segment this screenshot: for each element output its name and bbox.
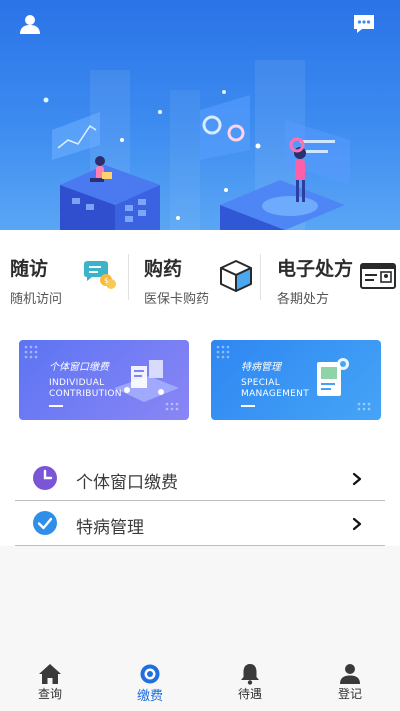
banner-special-management[interactable]: 特病管理 SPECIAL MANAGEMENT	[211, 340, 381, 420]
chevron-right-icon	[351, 471, 363, 486]
bell-icon	[238, 663, 262, 685]
box-icon	[219, 259, 253, 297]
promo-banners: 个体窗口缴费 INDIVIDUAL CONTRIBUTION 特病管理 SPEC	[0, 314, 400, 446]
home-icon	[38, 663, 62, 685]
circle-target-icon	[138, 663, 162, 685]
quick-action-subtitle: 医保卡购药	[144, 292, 210, 307]
tab-register[interactable]: 登记	[300, 655, 400, 711]
menu-item-special-management[interactable]: 特病管理	[15, 501, 385, 546]
tab-benefits[interactable]: 待遇	[200, 655, 300, 711]
quick-action-title: 电子处方	[277, 258, 354, 280]
menu-item-individual-contribution[interactable]: 个体窗口缴费	[15, 456, 385, 501]
tab-payment[interactable]: 缴费	[100, 655, 200, 711]
menu-item-label: 特病管理	[76, 518, 144, 538]
banner-underline	[49, 405, 63, 407]
chat-bubble-icon[interactable]	[352, 12, 376, 36]
chevron-right-icon	[351, 516, 363, 531]
tab-query[interactable]: 查询	[0, 655, 100, 711]
quick-action-follow-up[interactable]: 随访 随机访问 $	[0, 230, 128, 314]
hero-banner	[0, 0, 400, 230]
bottom-tab-bar: 查询 缴费 待遇 登记	[0, 655, 400, 711]
chat-coins-icon: $	[82, 260, 118, 294]
quick-action-title: 购药	[144, 258, 183, 280]
quick-action-e-prescription[interactable]: 电子处方 各期处方	[261, 230, 400, 314]
banner-underline	[241, 405, 255, 407]
banner-title-en-line: MANAGEMENT	[241, 389, 309, 399]
quick-action-subtitle: 各期处方	[277, 292, 330, 307]
tab-label: 登记	[337, 687, 362, 701]
quick-action-buy-medicine[interactable]: 购药 医保卡购药	[129, 230, 260, 314]
banner-title-en: INDIVIDUAL CONTRIBUTION	[49, 378, 122, 400]
check-circle-icon	[32, 510, 58, 536]
banner-title-cn: 个体窗口缴费	[49, 362, 109, 373]
banner-title-en-line: CONTRIBUTION	[49, 389, 122, 399]
hero-illustration	[43, 60, 350, 230]
tab-label: 缴费	[136, 689, 163, 704]
quick-action-subtitle: 随机访问	[10, 292, 63, 307]
clock-icon	[32, 465, 58, 491]
banner-title-en-line: SPECIAL	[241, 378, 281, 388]
user-icon[interactable]	[18, 12, 42, 36]
menu-list: 个体窗口缴费 特病管理	[0, 446, 400, 546]
person-icon	[338, 663, 362, 685]
menu-item-label: 个体窗口缴费	[76, 473, 178, 493]
svg-text:$: $	[104, 277, 108, 285]
tab-label: 待遇	[237, 687, 262, 701]
banner-individual-contribution[interactable]: 个体窗口缴费 INDIVIDUAL CONTRIBUTION	[19, 340, 189, 420]
tab-label: 查询	[37, 687, 62, 701]
banner-title-en: SPECIAL MANAGEMENT	[241, 378, 309, 400]
quick-actions: 随访 随机访问 $ 购药 医保卡购药 电子处方 各期处方	[0, 230, 400, 314]
banner-title-cn: 特病管理	[241, 362, 281, 373]
id-card-icon	[360, 263, 396, 293]
quick-action-title: 随访	[10, 258, 49, 280]
banner-title-en-line: INDIVIDUAL	[49, 378, 105, 388]
